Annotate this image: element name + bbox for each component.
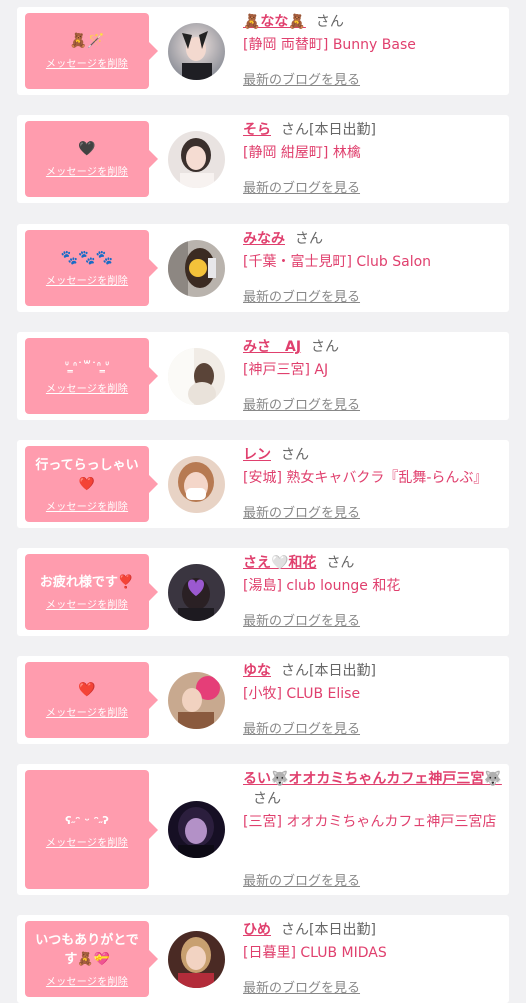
message-card: ᐡ ̳ᐢ˙꒳˙ᐢ ̳ᐡ メッセージを削除 みさ AJ さん [神戸三宮] AJ 最… <box>17 332 509 420</box>
cast-name-link[interactable]: 🧸なな🧸 <box>243 14 306 30</box>
message-text: ᐡ ̳ᐢ˙꒳˙ᐢ ̳ᐡ <box>64 360 110 373</box>
blog-link[interactable]: 最新のブログを見る <box>243 286 360 305</box>
message-text: 🐾🐾🐾 <box>60 250 114 266</box>
blog-link[interactable]: 最新のブログを見る <box>243 610 360 629</box>
shop-label: [神戸三宮] AJ <box>243 362 329 378</box>
shop-label: [千葉・富士見町] Club Salon <box>243 254 432 270</box>
card-info: ゆな さん[本日出勤] [小牧] CLUB Elise <box>243 661 503 704</box>
message-card: ❤️ メッセージを削除 ゆな さん[本日出勤] [小牧] CLUB Elise 最… <box>17 656 509 744</box>
cast-name-link[interactable]: レン <box>243 447 271 463</box>
cast-name-link[interactable]: ゆな <box>243 663 271 679</box>
avatar[interactable] <box>168 23 225 80</box>
shop-label: [湯島] club lounge 和花 <box>243 578 401 594</box>
avatar[interactable] <box>168 931 225 988</box>
message-card: 🐾🐾🐾 メッセージを削除 みなみ さん [千葉・富士見町] Club Salon … <box>17 224 509 312</box>
card-info: 🧸なな🧸 さん [静岡 両替町] Bunny Base <box>243 12 503 55</box>
message-text: 🧸🪄 <box>69 33 105 49</box>
message-bubble: お疲れ様です❣️ メッセージを削除 <box>25 554 158 630</box>
card-info: そら さん[本日出勤] [静岡 紺屋町] 林檎 <box>243 120 503 163</box>
shop-label: [安城] 熟女キャバクラ『乱舞-らんぶ』 <box>243 470 488 486</box>
delete-message-link[interactable]: メッセージを削除 <box>46 973 128 988</box>
card-info: ひめ さん[本日出勤] [日暮里] CLUB MIDAS <box>243 920 503 963</box>
delete-message-link[interactable]: メッセージを削除 <box>46 272 128 287</box>
delete-message-link[interactable]: メッセージを削除 <box>46 55 128 70</box>
avatar[interactable] <box>168 672 225 729</box>
shop-label: [日暮里] CLUB MIDAS <box>243 945 387 961</box>
cast-name-link[interactable]: ひめ <box>243 922 271 938</box>
message-card: 行ってらっしゃい❤️ メッセージを削除 レン さん [安城] 熟女キャバクラ『乱舞… <box>17 440 509 528</box>
message-bubble: 🐾🐾🐾 メッセージを削除 <box>25 230 158 306</box>
shop-label: [小牧] CLUB Elise <box>243 686 361 702</box>
delete-message-link[interactable]: メッセージを削除 <box>46 498 128 513</box>
delete-message-link[interactable]: メッセージを削除 <box>46 380 128 395</box>
message-card: いつもありがとです🧸💝 メッセージを削除 ひめ さん[本日出勤] [日暮里] CL… <box>17 915 509 1003</box>
shop-label: [静岡 両替町] Bunny Base <box>243 37 416 53</box>
card-info: みなみ さん [千葉・富士見町] Club Salon <box>243 229 503 272</box>
cast-name-link[interactable]: みなみ <box>243 231 285 247</box>
message-card: お疲れ様です❣️ メッセージを削除 さえ🤍和花 さん [湯島] club loun… <box>17 548 509 636</box>
message-bubble: ❤️ メッセージを削除 <box>25 662 158 738</box>
card-info: みさ AJ さん [神戸三宮] AJ <box>243 337 503 380</box>
avatar[interactable] <box>168 131 225 188</box>
card-info: さえ🤍和花 さん [湯島] club lounge 和花 <box>243 553 503 596</box>
message-bubble: ʕ˶ᵔ ᵕ ᵔ˶ʔ メッセージを削除 <box>25 770 158 889</box>
delete-message-link[interactable]: メッセージを削除 <box>46 596 128 611</box>
message-card: 🧸🪄 メッセージを削除 🧸なな🧸 さん [静岡 両替町] Bunny Base 最… <box>17 7 509 95</box>
blog-link[interactable]: 最新のブログを見る <box>243 177 360 196</box>
blog-link[interactable]: 最新のブログを見る <box>243 870 360 889</box>
shop-label: [三宮] オオカミちゃんカフェ神戸三宮店 <box>243 814 497 830</box>
cast-name-link[interactable]: みさ AJ <box>243 339 301 355</box>
delete-message-link[interactable]: メッセージを削除 <box>46 704 128 719</box>
cast-name-link[interactable]: るい🐺オオカミちゃんカフェ神戸三宮🐺 <box>243 771 502 787</box>
message-card: ʕ˶ᵔ ᵕ ᵔ˶ʔ メッセージを削除 るい🐺オオカミちゃんカフェ神戸三宮🐺さん … <box>17 764 509 895</box>
blog-link[interactable]: 最新のブログを見る <box>243 394 360 413</box>
blog-link[interactable]: 最新のブログを見る <box>243 502 360 521</box>
avatar[interactable] <box>168 456 225 513</box>
card-info: るい🐺オオカミちゃんカフェ神戸三宮🐺さん [三宮] オオカミちゃんカフェ神戸三宮… <box>243 771 502 830</box>
delete-message-link[interactable]: メッセージを削除 <box>46 163 128 178</box>
shop-label: [静岡 紺屋町] 林檎 <box>243 145 361 161</box>
avatar[interactable] <box>168 801 225 858</box>
avatar[interactable] <box>168 348 225 405</box>
message-bubble: 🖤 メッセージを削除 <box>25 121 158 197</box>
delete-message-link[interactable]: メッセージを削除 <box>46 834 128 849</box>
message-bubble: いつもありがとです🧸💝 メッセージを削除 <box>25 921 158 997</box>
message-text: いつもありがとです🧸💝 <box>35 932 139 967</box>
avatar[interactable] <box>168 240 225 297</box>
message-text: 行ってらっしゃい❤️ <box>35 457 139 492</box>
message-text: ʕ˶ᵔ ᵕ ᵔ˶ʔ <box>65 813 109 827</box>
message-bubble: 🧸🪄 メッセージを削除 <box>25 13 158 89</box>
message-bubble: 行ってらっしゃい❤️ メッセージを削除 <box>25 446 158 522</box>
card-info: レン さん [安城] 熟女キャバクラ『乱舞-らんぶ』 <box>243 445 503 488</box>
message-card: 🖤 メッセージを削除 そら さん[本日出勤] [静岡 紺屋町] 林檎 最新のブログ… <box>17 115 509 203</box>
cast-name-link[interactable]: さえ🤍和花 <box>243 555 316 571</box>
message-text: 🖤 <box>78 141 96 157</box>
blog-link[interactable]: 最新のブログを見る <box>243 977 360 996</box>
avatar[interactable] <box>168 564 225 621</box>
message-text: お疲れ様です❣️ <box>39 575 135 590</box>
message-bubble: ᐡ ̳ᐢ˙꒳˙ᐢ ̳ᐡ メッセージを削除 <box>25 338 158 414</box>
blog-link[interactable]: 最新のブログを見る <box>243 718 360 737</box>
cast-name-link[interactable]: そら <box>243 122 271 138</box>
message-text: ❤️ <box>78 682 96 698</box>
blog-link[interactable]: 最新のブログを見る <box>243 69 360 88</box>
